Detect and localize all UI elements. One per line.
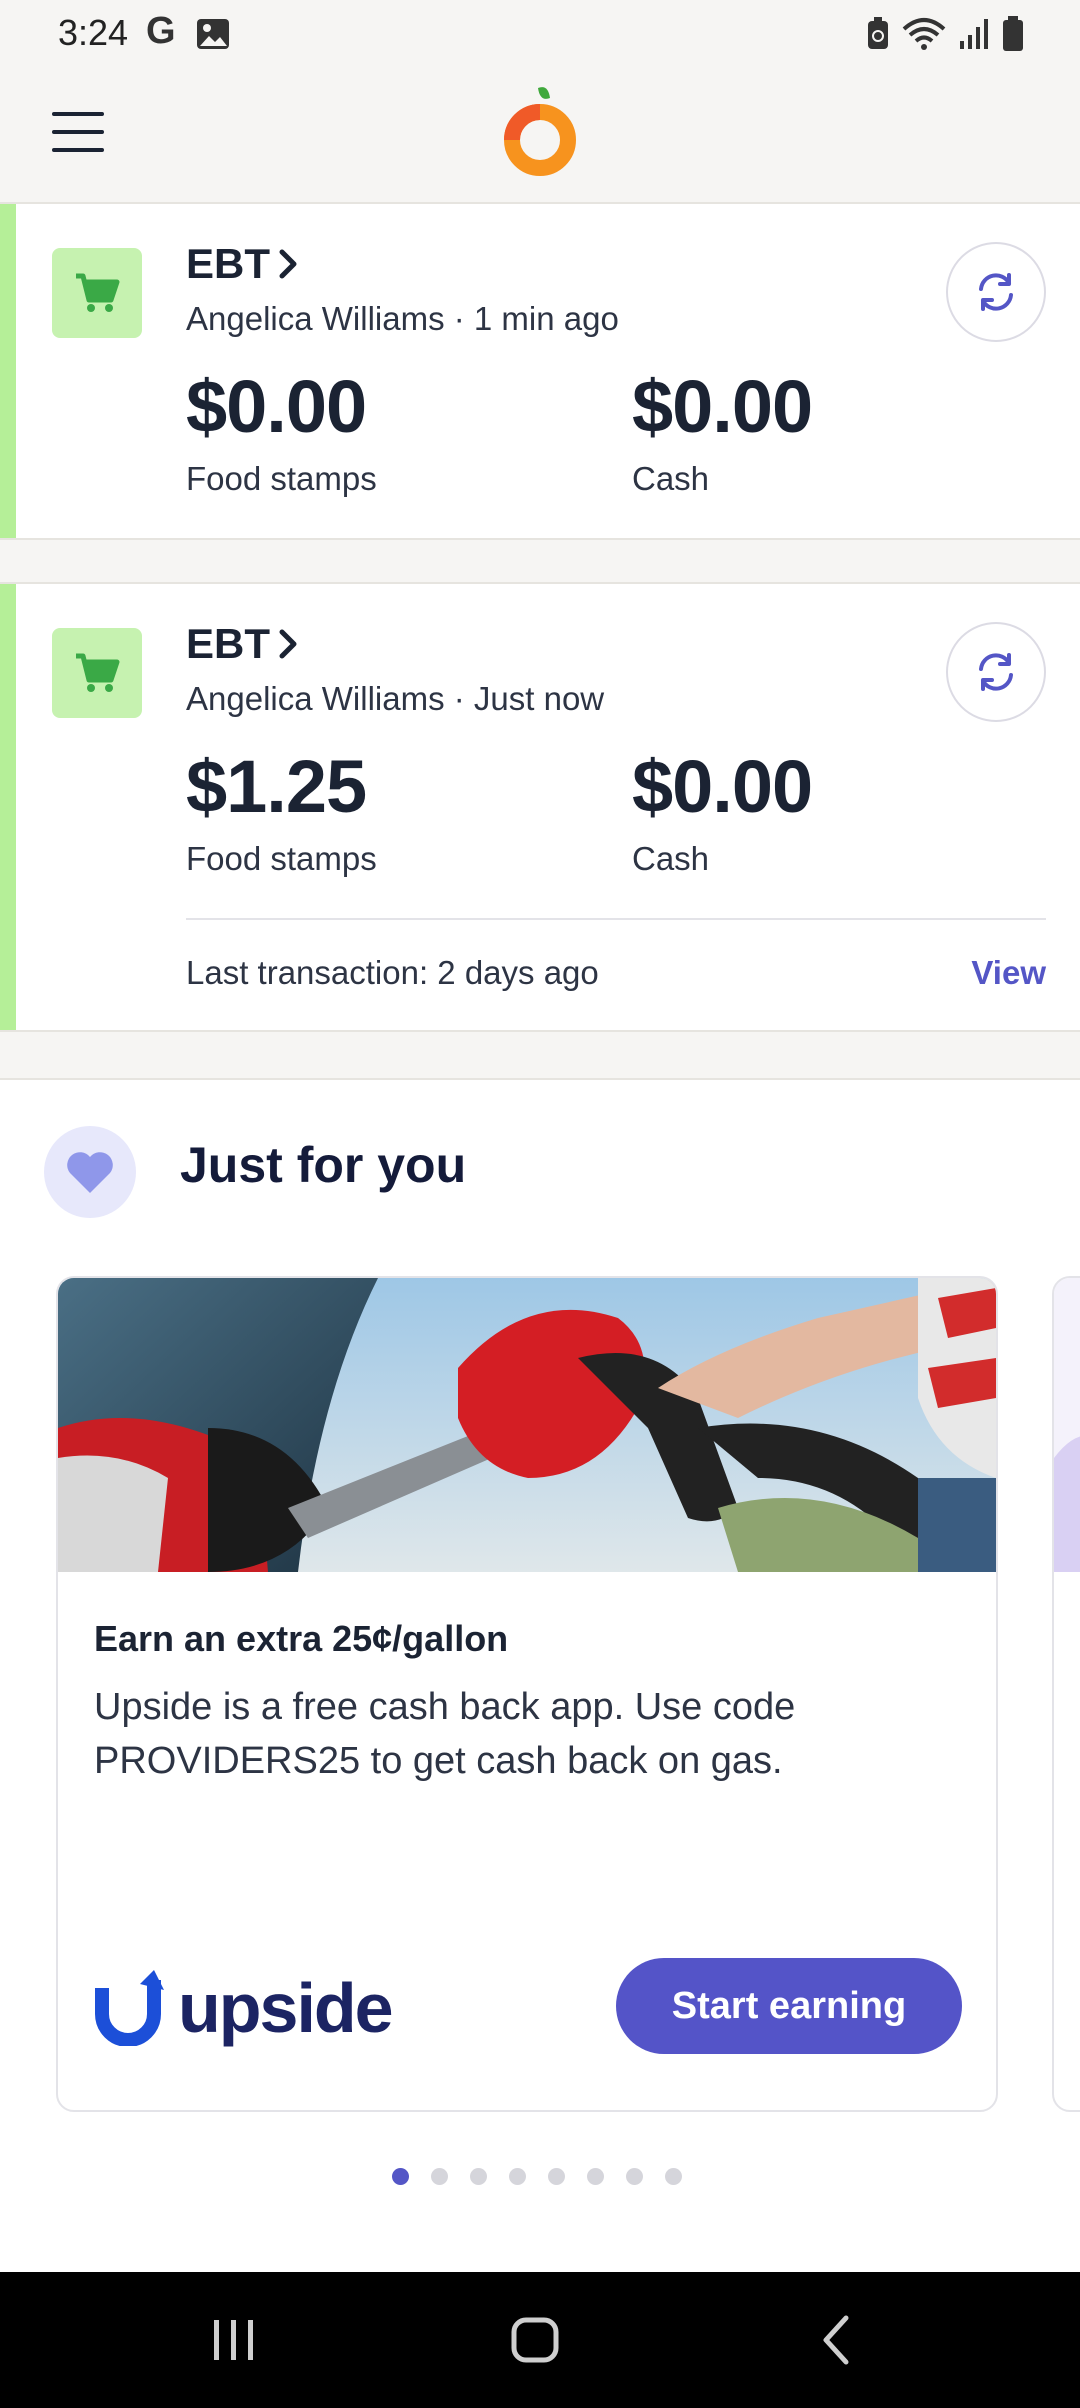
status-bar: 3:24 G <box>0 0 1080 68</box>
cart-icon-tile <box>52 628 142 718</box>
heart-icon <box>44 1126 136 1218</box>
wifi-icon <box>902 17 946 56</box>
brand-name: upside <box>178 1969 394 2047</box>
pagination-dot[interactable] <box>509 2168 526 2185</box>
ebt-title-label: EBT <box>186 620 270 667</box>
ebt-title-label: EBT <box>186 240 270 287</box>
view-transactions-link[interactable]: View <box>971 954 1046 992</box>
start-earning-button[interactable]: Start earning <box>616 1958 962 2054</box>
food-stamps-amount: $0.00 <box>186 365 367 448</box>
orange-fruit-logo <box>500 84 580 184</box>
pagination-dot[interactable] <box>548 2168 565 2185</box>
last-transaction-text: Last transaction: 2 days ago <box>186 954 599 991</box>
ebt-title[interactable]: EBT <box>186 240 300 288</box>
chevron-right-icon <box>279 629 297 659</box>
hamburger-menu-icon[interactable] <box>52 112 104 156</box>
cash-amount: $0.00 <box>632 745 813 828</box>
pagination-dot[interactable] <box>392 2168 409 2185</box>
food-stamps-amount: $1.25 <box>186 745 367 828</box>
card-accent <box>0 584 16 1030</box>
section-title: Just for you <box>180 1137 467 1193</box>
status-icons <box>866 16 1024 57</box>
promo-headline: Earn an extra 25¢/gallon <box>94 1618 509 1659</box>
cash-label: Cash <box>632 840 710 877</box>
card-divider <box>186 918 1046 920</box>
cart-icon-tile <box>52 248 142 338</box>
promo-body: Upside is a free cash back app. Use code… <box>94 1686 796 1782</box>
system-nav-bar <box>0 2272 1080 2408</box>
status-time: 3:24 <box>58 12 129 53</box>
cash-label: Cash <box>632 460 710 497</box>
ebt-subtitle: Angelica Williams · 1 min ago <box>186 300 619 337</box>
ebt-card-2[interactable]: EBT Angelica Williams · Just now $1.25 F… <box>0 582 1080 1032</box>
signal-icon <box>958 17 990 56</box>
pagination-dot[interactable] <box>626 2168 643 2185</box>
food-stamps-label: Food stamps <box>186 460 377 497</box>
refresh-icon <box>979 273 1013 311</box>
ebt-card-1[interactable]: EBT Angelica Williams · 1 min ago $0.00 … <box>0 202 1080 540</box>
battery-icon <box>1002 16 1024 57</box>
cash-amount: $0.00 <box>632 365 813 448</box>
upside-logo: upside <box>92 1968 394 2048</box>
home-icon[interactable] <box>508 2312 564 2373</box>
promo-card[interactable]: Earn an extra 25¢/gallon Upside is a fre… <box>56 1276 998 2112</box>
upside-mark-icon <box>95 1970 164 2046</box>
carousel-pagination <box>392 2168 682 2185</box>
app-bar <box>0 68 1080 204</box>
next-promo-card[interactable] <box>1052 1276 1080 2112</box>
food-stamps-label: Food stamps <box>186 840 377 877</box>
pagination-dot[interactable] <box>431 2168 448 2185</box>
pagination-dot[interactable] <box>587 2168 604 2185</box>
refresh-button[interactable] <box>946 242 1046 342</box>
chevron-right-icon <box>279 249 297 279</box>
pagination-dot[interactable] <box>665 2168 682 2185</box>
refresh-icon <box>979 653 1013 691</box>
promo-image-gas-pump <box>58 1278 996 1572</box>
ebt-subtitle: Angelica Williams · Just now <box>186 680 605 717</box>
image-icon <box>196 18 230 55</box>
google-icon: G <box>146 10 176 52</box>
cart-icon <box>76 273 120 312</box>
ebt-title[interactable]: EBT <box>186 620 300 668</box>
recent-apps-icon[interactable] <box>206 2312 262 2373</box>
battery-saver-icon <box>866 17 890 56</box>
just-for-you-section: Just for you Earn an extra 25¢/gallon Up… <box>0 1078 1080 2274</box>
card-accent <box>0 204 16 538</box>
cart-icon <box>76 653 120 692</box>
back-icon[interactable] <box>810 2312 866 2373</box>
pagination-dot[interactable] <box>470 2168 487 2185</box>
refresh-button[interactable] <box>946 622 1046 722</box>
